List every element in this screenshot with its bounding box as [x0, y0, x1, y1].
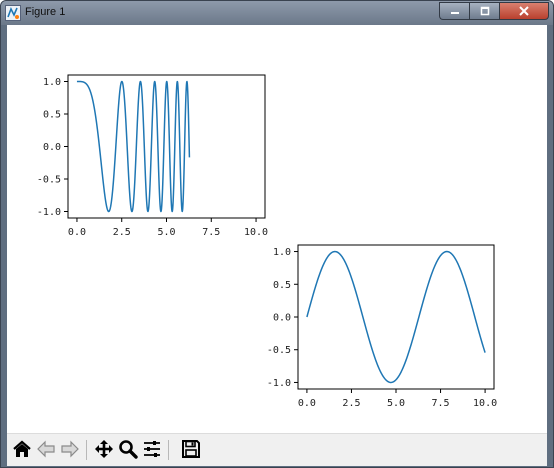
x-tick-label: 5.0 — [387, 398, 405, 409]
x-tick-label: 2.5 — [342, 398, 360, 409]
floppy-disk-icon — [182, 440, 200, 458]
home-icon — [13, 440, 31, 457]
x-tick-label: 10.0 — [244, 227, 268, 238]
y-tick-label: 1.0 — [273, 247, 291, 258]
y-tick-label: -1.0 — [37, 207, 61, 218]
back-button[interactable] — [34, 437, 58, 461]
forward-button[interactable] — [58, 437, 82, 461]
toolbar-separator — [168, 440, 169, 460]
y-tick-label: 0.0 — [43, 142, 61, 153]
x-tick-label: 5.0 — [157, 227, 175, 238]
sliders-icon — [144, 441, 160, 457]
save-button[interactable] — [179, 437, 203, 461]
x-tick-label: 0.0 — [68, 227, 86, 238]
y-tick-label: 0.5 — [273, 280, 291, 291]
toolbar-separator — [86, 440, 87, 460]
close-button[interactable] — [499, 2, 549, 20]
series-line — [306, 250, 486, 384]
pan-button[interactable] — [92, 437, 116, 461]
figure-canvas[interactable]: 0.0 2.5 5.0 7.5 10.0 1.0 0.5 0.0 -0.5 -1.0 0.0 2.5 5… — [7, 25, 547, 433]
x-tick-label: 2.5 — [113, 227, 131, 238]
window-controls — [439, 2, 549, 20]
navigation-toolbar — [7, 433, 547, 466]
magnifier-icon — [119, 440, 138, 459]
y-tick-label: -0.5 — [267, 345, 291, 356]
series-line — [76, 80, 191, 213]
maximize-icon — [480, 6, 489, 16]
title-bar[interactable]: Figure 1 — [1, 1, 553, 25]
window-title: Figure 1 — [25, 6, 66, 18]
close-icon — [519, 6, 529, 16]
axes-frame — [67, 74, 266, 219]
subplot-1: 0.0 2.5 5.0 7.5 10.0 1.0 0.5 0.0 -0.5 -1.0 — [37, 74, 268, 238]
home-button[interactable] — [10, 437, 34, 461]
subplot-2: 0.0 2.5 5.0 7.5 10.0 1.0 0.5 0.0 -0.5 -1.0 — [267, 244, 497, 409]
x-tick-label: 7.5 — [202, 227, 220, 238]
x-tick-label: 7.5 — [432, 398, 450, 409]
axes-frame — [297, 244, 495, 390]
minimize-icon — [450, 12, 459, 14]
x-tick-label: 0.0 — [298, 398, 316, 409]
figure-window: Figure 1 0.0 2.5 5.0 7.5 10.0 1.0 0.5 0.0 -0.5 -1… — [0, 0, 554, 468]
y-tick-label: -1.0 — [267, 378, 291, 389]
arrow-right-icon — [61, 440, 79, 458]
move-icon — [95, 440, 113, 458]
arrow-left-icon — [37, 440, 55, 458]
zoom-button[interactable] — [116, 437, 140, 461]
y-tick-label: 0.5 — [43, 110, 61, 121]
configure-subplots-button[interactable] — [140, 437, 164, 461]
minimize-button[interactable] — [439, 2, 469, 20]
x-tick-label: 10.0 — [473, 398, 497, 409]
plot-area: 0.0 2.5 5.0 7.5 10.0 1.0 0.5 0.0 -0.5 -1.0 0.0 2.5 5… — [37, 74, 497, 409]
y-tick-label: -0.5 — [37, 175, 61, 186]
y-tick-label: 1.0 — [43, 77, 61, 88]
maximize-button[interactable] — [469, 2, 499, 20]
matplotlib-icon — [5, 5, 21, 21]
y-tick-label: 0.0 — [273, 313, 291, 324]
